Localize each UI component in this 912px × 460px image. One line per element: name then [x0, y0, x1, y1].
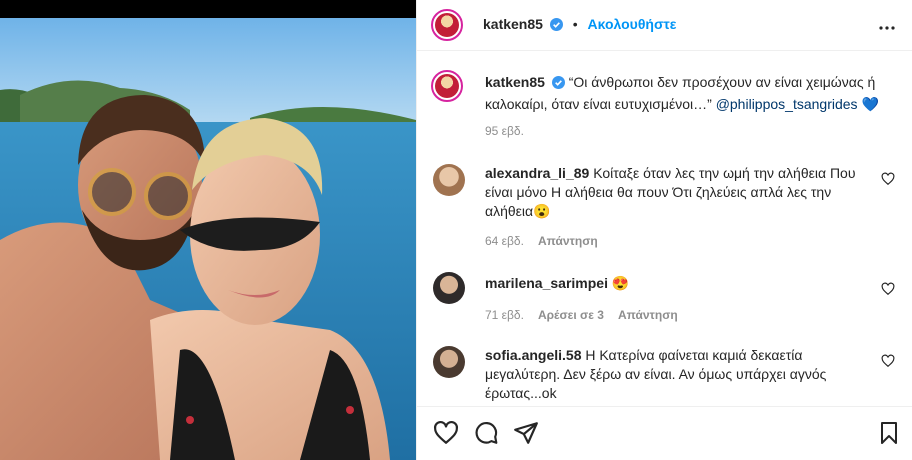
comment-text-line: Κοίταξε όταν λες την ωμή την αλήθεια Που [593, 165, 856, 181]
header-divider [417, 50, 912, 51]
comment-item: sofia.angeli.58 Η Κατερίνα φαίνεται καμι… [433, 346, 897, 406]
commenter-avatar[interactable] [433, 164, 465, 196]
caption-emoji: 💙 [861, 96, 879, 112]
comment-meta: 64 εβδ. Απάντηση [485, 234, 598, 248]
action-bar [417, 412, 912, 452]
comment-text-line: αλήθεια😮 [485, 203, 551, 219]
actions-divider [417, 406, 912, 407]
reply-button[interactable]: Απάντηση [618, 308, 678, 322]
caption-timestamp[interactable]: 95 εβδ. [485, 124, 524, 138]
comment-item: alexandra_li_89 Κοίταξε όταν λες την ωμή… [433, 164, 897, 254]
commenter-username[interactable]: sofia.angeli.58 [485, 347, 581, 363]
caption-mention-link[interactable]: @philippos_tsangrides [716, 96, 858, 112]
comment-text-line: είναι μόνο Η αλήθεια θα πουν Ότι ζηλεύει… [485, 184, 832, 200]
comment-like-heart-icon[interactable] [881, 354, 895, 373]
post-header: katken85 • Ακολουθήστε [417, 0, 912, 50]
post-photo[interactable] [0, 0, 416, 460]
more-options-icon[interactable] [875, 16, 899, 45]
comment-body: alexandra_li_89 Κοίταξε όταν λες την ωμή… [485, 164, 887, 221]
caption-username[interactable]: katken85 [485, 74, 545, 90]
post-image [0, 0, 416, 460]
author-username[interactable]: katken85 [483, 16, 543, 32]
comment-text-line: Η Κατερίνα φαίνεται καμιά δεκαετία [585, 347, 803, 363]
bookmark-icon[interactable] [877, 420, 901, 451]
commenter-username[interactable]: marilena_sarimpei [485, 275, 608, 291]
comment-likes-count[interactable]: Αρέσει σε 3 [538, 308, 604, 322]
verified-badge-icon [549, 18, 563, 34]
comment-icon[interactable] [473, 420, 499, 451]
comment-body: sofia.angeli.58 Η Κατερίνα φαίνεται καμι… [485, 346, 887, 403]
comment-timestamp[interactable]: 64 εβδ. [485, 234, 524, 248]
comment-like-heart-icon[interactable] [881, 282, 895, 301]
comment-text-line: μεγαλύτερη. Δεν ξέρω αν είναι. Αν όμως υ… [485, 366, 827, 382]
follow-button[interactable]: Ακολουθήστε [588, 16, 677, 32]
author-avatar[interactable] [431, 9, 463, 41]
comment-body: marilena_sarimpei 😍 [485, 274, 887, 293]
comment-timestamp[interactable]: 71 εβδ. [485, 308, 524, 322]
share-icon[interactable] [513, 420, 539, 451]
verified-badge-icon [551, 74, 565, 94]
separator-dot: • [572, 16, 578, 32]
comment-meta: 71 εβδ. Αρέσει σε 3 Απάντηση [485, 308, 678, 322]
commenter-avatar[interactable] [433, 272, 465, 304]
comment-item: marilena_sarimpei 😍 71 εβδ. Αρέσει σε 3 … [433, 272, 897, 332]
reply-button[interactable]: Απάντηση [538, 234, 598, 248]
caption-avatar[interactable] [431, 70, 463, 102]
heart-icon[interactable] [433, 420, 459, 451]
comment-text-line: έρωτας...ok [485, 385, 557, 401]
comment-like-heart-icon[interactable] [881, 172, 895, 191]
post-caption: katken85 “Οι άνθρωποι δεν προσέχουν αν ε… [485, 72, 895, 114]
post-panel: katken85 • Ακολουθήστε katken85 “Οι άνθρ… [416, 0, 912, 460]
commenter-avatar[interactable] [433, 346, 465, 378]
comment-text-line: 😍 [611, 275, 630, 291]
commenter-username[interactable]: alexandra_li_89 [485, 165, 589, 181]
